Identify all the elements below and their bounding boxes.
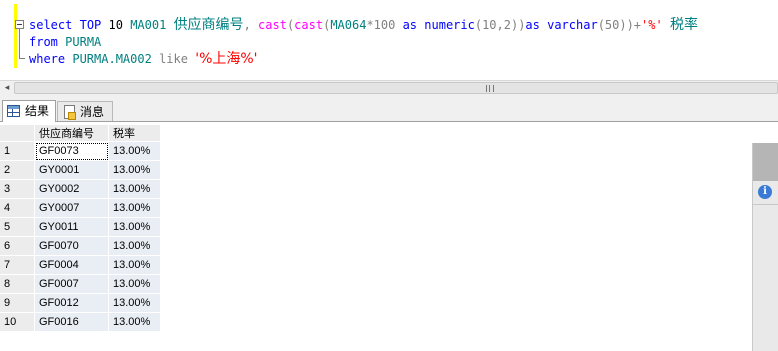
keyword: like xyxy=(159,52,188,66)
table-row: 2 GY0001 13.00% xyxy=(0,160,161,180)
type-name: varchar xyxy=(547,18,598,32)
tab-results[interactable]: 结果 xyxy=(2,100,56,122)
type-name: numeric xyxy=(424,18,475,32)
table-row: 3 GY0002 13.00% xyxy=(0,179,161,199)
keyword: where xyxy=(29,52,66,66)
table-row: 1 GF0073 13.00% xyxy=(0,141,161,161)
table-cell[interactable]: GF0007 xyxy=(34,274,109,294)
column-header[interactable]: 供应商编号 xyxy=(34,125,109,142)
table-cell[interactable]: GY0007 xyxy=(34,198,109,218)
header-row: 供应商编号 税率 xyxy=(0,125,161,142)
table-cell[interactable]: GF0012 xyxy=(34,293,109,313)
table-row: 8 GF0007 13.00% xyxy=(0,274,161,294)
table-row: 4 GY0007 13.00% xyxy=(0,198,161,218)
table-cell[interactable]: 13.00% xyxy=(108,141,161,161)
table-row: 6 GF0070 13.00% xyxy=(0,236,161,256)
table-row: 7 GF0004 13.00% xyxy=(0,255,161,275)
row-number[interactable]: 9 xyxy=(0,293,35,313)
table-cell[interactable]: 13.00% xyxy=(108,255,161,275)
row-header-corner[interactable] xyxy=(0,125,35,142)
side-panel-header[interactable] xyxy=(753,143,778,181)
table-cell[interactable]: 13.00% xyxy=(108,179,161,199)
identifier: MA001 xyxy=(130,18,167,32)
table-cell[interactable]: 13.00% xyxy=(108,198,161,218)
table-cell[interactable]: 13.00% xyxy=(108,217,161,237)
fold-guide-end xyxy=(19,58,25,59)
keyword: as xyxy=(525,18,540,32)
table-cell[interactable]: GF0004 xyxy=(34,255,109,275)
table-cell[interactable]: 13.00% xyxy=(108,312,161,332)
table-cell[interactable]: GF0070 xyxy=(34,236,109,256)
identifier: MA064 xyxy=(330,18,367,32)
divider xyxy=(753,204,778,205)
column-alias: 税率 xyxy=(669,17,698,33)
operator: *100 xyxy=(366,18,396,32)
grid-icon xyxy=(7,105,20,117)
table-cell[interactable]: GY0002 xyxy=(34,179,109,199)
table-cell[interactable]: GF0073 xyxy=(34,141,109,161)
table-cell[interactable]: GF0016 xyxy=(34,312,109,332)
horizontal-scrollbar[interactable]: ◂ xyxy=(0,80,778,96)
string-literal: '%上海%' xyxy=(195,51,258,67)
table-cell[interactable]: 13.00% xyxy=(108,160,161,180)
keyword: as xyxy=(402,18,418,32)
table-cell[interactable]: GY0001 xyxy=(34,160,109,180)
sql-editor[interactable]: select TOP 10 MA001 供应商编号, cast(cast(MA0… xyxy=(0,0,778,80)
row-number[interactable]: 10 xyxy=(0,312,35,332)
row-number[interactable]: 4 xyxy=(0,198,35,218)
keyword: TOP xyxy=(79,18,102,32)
grip-icon xyxy=(486,85,494,92)
message-icon xyxy=(64,105,76,120)
tab-label: 消息 xyxy=(80,105,105,119)
column-header[interactable]: 税率 xyxy=(108,125,161,142)
keyword: from xyxy=(29,35,58,49)
string-literal: '%' xyxy=(641,18,663,32)
code-line-1: select TOP 10 MA001 供应商编号, cast(cast(MA0… xyxy=(29,17,698,33)
table-cell[interactable]: 13.00% xyxy=(108,293,161,313)
results-tabstrip: 结果 消息 xyxy=(0,96,778,122)
type-args: (50))+ xyxy=(597,18,642,32)
results-grid: 供应商编号 税率 1 GF0073 13.00% 2 GY0001 13.00% 3 GY… xyxy=(0,122,778,351)
column-alias: 供应商编号 xyxy=(173,17,244,33)
table-row: 5 GY0011 13.00% xyxy=(0,217,161,237)
table-row: 9 GF0012 13.00% xyxy=(0,293,161,313)
table-cell[interactable]: 13.00% xyxy=(108,274,161,294)
scrollbar-thumb[interactable] xyxy=(14,82,778,94)
fold-guide-line xyxy=(19,29,20,59)
changed-lines-marker xyxy=(14,4,17,68)
side-panel: i xyxy=(752,143,778,351)
row-number[interactable]: 1 xyxy=(0,141,35,161)
row-number[interactable]: 6 xyxy=(0,236,35,256)
tab-label: 结果 xyxy=(25,104,50,118)
row-number[interactable]: 7 xyxy=(0,255,35,275)
row-number[interactable]: 8 xyxy=(0,274,35,294)
type-args: (10,2)) xyxy=(474,18,526,32)
info-icon[interactable]: i xyxy=(758,185,772,199)
identifier: PURMA.MA002 xyxy=(72,52,152,66)
number: 10 xyxy=(108,18,123,32)
row-number[interactable]: 5 xyxy=(0,217,35,237)
table-row: 10 GF0016 13.00% xyxy=(0,312,161,332)
results-table: 供应商编号 税率 1 GF0073 13.00% 2 GY0001 13.00% 3 GY… xyxy=(0,125,161,332)
function-name: cast xyxy=(258,18,287,32)
code-line-2: from PURMA xyxy=(29,34,101,50)
table-cell[interactable]: GY0011 xyxy=(34,217,109,237)
tab-messages[interactable]: 消息 xyxy=(57,101,113,121)
row-number[interactable]: 3 xyxy=(0,179,35,199)
row-number[interactable]: 2 xyxy=(0,160,35,180)
table-cell[interactable]: 13.00% xyxy=(108,236,161,256)
function-name: cast xyxy=(294,18,324,32)
code-line-3: where PURMA.MA002 like '%上海%' xyxy=(29,51,258,67)
collapse-icon[interactable] xyxy=(15,20,24,29)
comma: , xyxy=(243,18,251,32)
scroll-left-arrow-icon[interactable]: ◂ xyxy=(0,82,14,95)
identifier: PURMA xyxy=(65,35,102,49)
keyword: select xyxy=(29,18,73,32)
